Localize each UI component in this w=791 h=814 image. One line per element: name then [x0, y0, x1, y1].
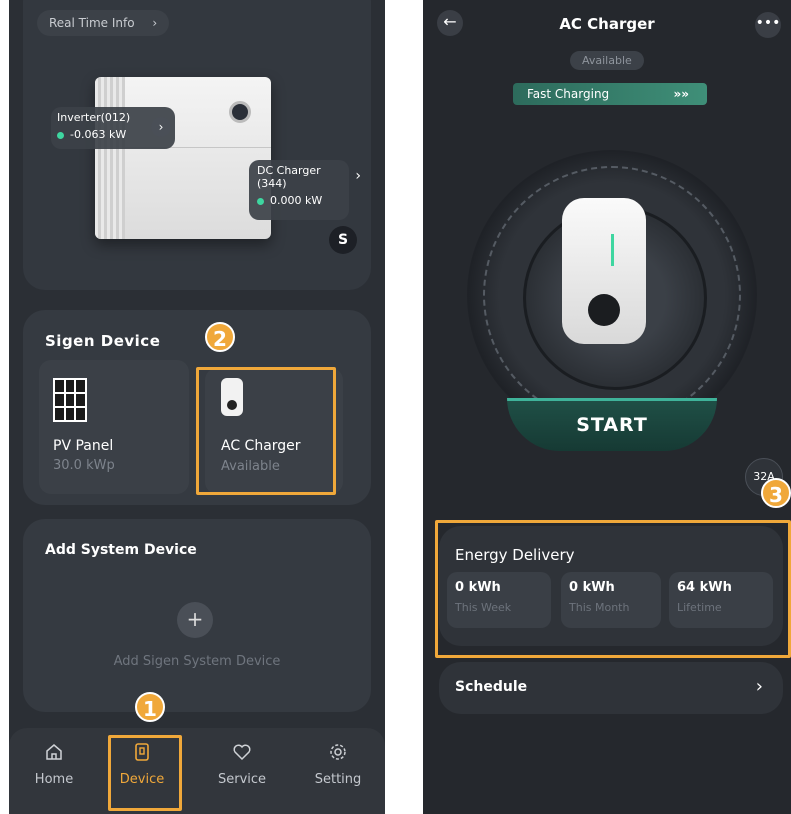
real-time-info-label: Real Time Info: [49, 16, 135, 30]
nav-home[interactable]: Home: [19, 742, 89, 787]
chevrons-right-icon: »»: [673, 87, 689, 101]
nav-service-label: Service: [217, 772, 267, 787]
gear-icon: [330, 744, 346, 760]
nav-setting-label: Setting: [314, 772, 362, 787]
inverter-value: -0.063 kW: [70, 128, 127, 141]
fast-charging-label: Fast Charging: [527, 87, 610, 101]
real-time-info-button[interactable]: Real Time Info ›: [37, 10, 170, 36]
page-title: AC Charger: [559, 15, 655, 33]
highlight-energy-delivery: [435, 520, 791, 658]
plus-icon: +: [186, 607, 204, 631]
ac-charger-screen: ← AC Charger ••• Available Fast Charging…: [423, 0, 791, 814]
bottom-nav: Home Device Service Setting: [9, 728, 385, 814]
more-icon: •••: [755, 15, 781, 31]
inverter-image: [95, 77, 271, 239]
more-button[interactable]: •••: [755, 12, 781, 38]
home-icon: [46, 744, 62, 760]
chevron-right-icon: ›: [151, 117, 171, 137]
pv-panel-name: PV Panel: [53, 438, 114, 454]
nav-service[interactable]: Service: [207, 742, 277, 787]
dc-charger-tag[interactable]: DC Charger (344) 0.000 kW ›: [249, 160, 361, 220]
status-dot: [57, 131, 64, 139]
start-button[interactable]: START: [507, 398, 717, 451]
charger-image: [562, 198, 646, 344]
nav-setting[interactable]: Setting: [303, 742, 373, 787]
service-icon: [233, 744, 251, 761]
dc-charger-value: 0.000 kW: [270, 194, 323, 207]
chevron-right-icon: ›: [355, 168, 361, 184]
chevron-right-icon: ›: [152, 16, 158, 30]
add-system-device-card: Add System Device + Add Sigen System Dev…: [23, 519, 371, 712]
add-system-title: Add System Device: [45, 542, 197, 558]
highlight-device-tab: [108, 735, 182, 811]
schedule-label: Schedule: [455, 679, 528, 695]
add-device-button[interactable]: +: [177, 602, 213, 638]
nav-home-label: Home: [34, 772, 74, 787]
step-badge-2: 2: [205, 322, 235, 352]
pv-panel-tile[interactable]: PV Panel 30.0 kWp: [39, 360, 189, 494]
inverter-tag[interactable]: Inverter(012) -0.063 kW ›: [51, 107, 175, 149]
highlight-ac-charger: [196, 367, 336, 495]
charger-dial: START: [467, 150, 757, 451]
step-badge-1: 1: [135, 692, 165, 722]
pv-panel-detail: 30.0 kWp: [53, 458, 115, 473]
solar-panel-icon: [53, 378, 87, 422]
schedule-row[interactable]: Schedule ›: [439, 662, 783, 714]
start-label: START: [576, 414, 648, 436]
status-dot: [257, 197, 264, 205]
status-badge: Available: [570, 51, 644, 70]
sigen-logo-icon: S: [329, 226, 357, 254]
chevron-right-icon: ›: [755, 676, 763, 697]
dc-charger-name: DC Charger: [257, 164, 321, 177]
dc-charger-id: (344): [257, 177, 287, 190]
device-screen: Real Time Info › Inverter(012) -0.063 kW…: [9, 0, 385, 814]
sigen-device-title: Sigen Device: [45, 332, 161, 350]
status-label: Available: [582, 54, 632, 67]
add-device-label[interactable]: Add Sigen System Device: [23, 654, 371, 669]
step-badge-3: 3: [761, 478, 791, 508]
hero-card: Real Time Info › Inverter(012) -0.063 kW…: [23, 0, 371, 290]
fast-charging-bar[interactable]: Fast Charging »»: [513, 83, 707, 105]
